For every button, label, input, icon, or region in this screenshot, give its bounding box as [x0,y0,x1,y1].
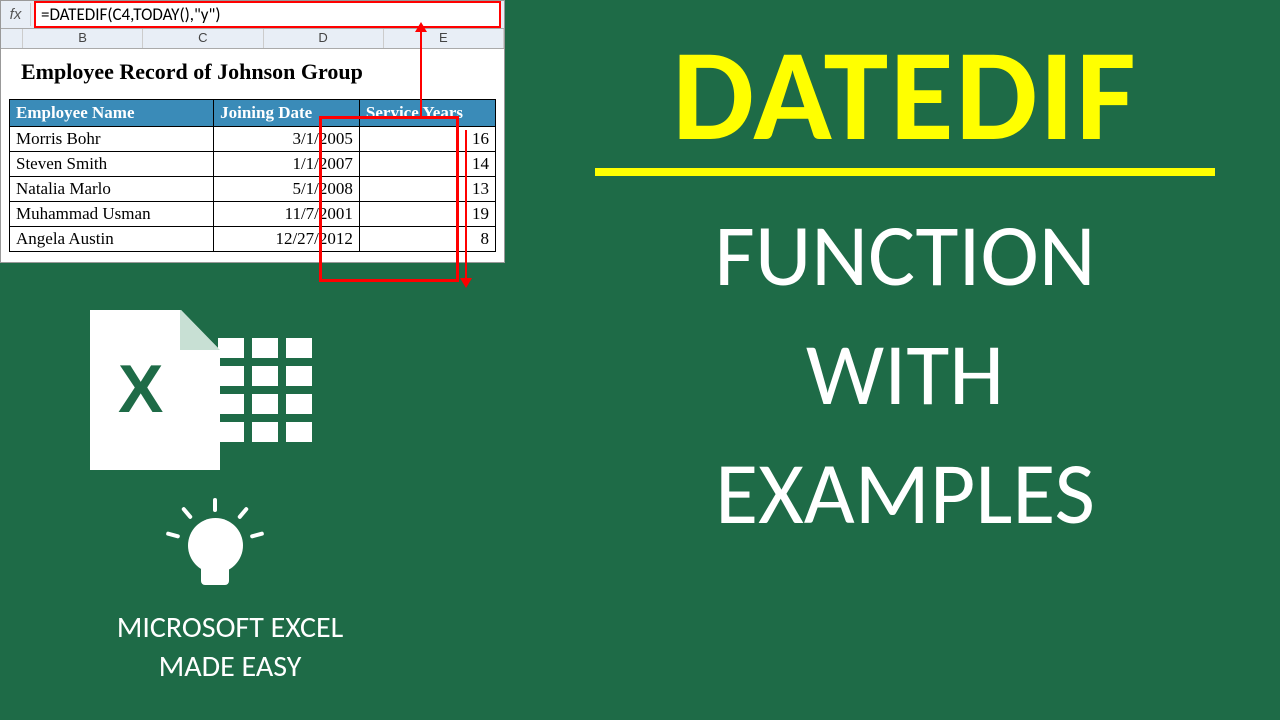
cell-date[interactable]: 5/1/2008 [214,177,360,202]
table-row[interactable]: Morris Bohr3/1/200516 [10,127,496,152]
col-header-c[interactable]: C [143,29,263,48]
cell-date[interactable]: 1/1/2007 [214,152,360,177]
tagline-line2: MADE EASY [40,647,420,686]
cell-years[interactable]: 14 [359,152,495,177]
formula-input[interactable]: =DATEDIF(C4,TODAY(),"y") [35,2,500,27]
table-row[interactable]: Natalia Marlo5/1/200813 [10,177,496,202]
cell-name[interactable]: Angela Austin [10,227,214,252]
subline-with: WITH [560,315,1250,434]
cell-name[interactable]: Natalia Marlo [10,177,214,202]
header-joining-date[interactable]: Joining Date [214,100,360,127]
col-header-b[interactable]: B [23,29,143,48]
excel-x-letter: X [118,350,163,428]
cell-years[interactable]: 8 [359,227,495,252]
subline-function: FUNCTION [560,196,1250,315]
header-service-years[interactable]: Service Years [359,100,495,127]
subline-examples: EXAMPLES [560,434,1250,553]
cell-date[interactable]: 12/27/2012 [214,227,360,252]
headline-datedif: DATEDIF [560,30,1250,160]
excel-logo-icon: X [90,300,310,480]
table-row[interactable]: Angela Austin12/27/20128 [10,227,496,252]
col-header-d[interactable]: D [264,29,384,48]
fx-icon: fx [1,3,31,26]
cell-name[interactable]: Steven Smith [10,152,214,177]
cell-date[interactable]: 11/7/2001 [214,202,360,227]
cell-years[interactable]: 13 [359,177,495,202]
table-header-row: Employee Name Joining Date Service Years [10,100,496,127]
cell-name[interactable]: Muhammad Usman [10,202,214,227]
cell-name[interactable]: Morris Bohr [10,127,214,152]
arrow-down [465,130,467,280]
header-employee-name[interactable]: Employee Name [10,100,214,127]
tagline-line1: MICROSOFT EXCEL [40,608,420,647]
tagline: MICROSOFT EXCEL MADE EASY [40,608,420,686]
lightbulb-icon [175,500,255,600]
headline-panel: DATEDIF FUNCTION WITH EXAMPLES [560,30,1250,552]
column-headers: B C D E [1,29,504,49]
sheet-body: Employee Record of Johnson Group Employe… [1,49,504,262]
table-row[interactable]: Steven Smith1/1/200714 [10,152,496,177]
cell-years[interactable]: 16 [359,127,495,152]
arrow-up [420,30,422,118]
employee-table: Employee Name Joining Date Service Years… [9,99,496,252]
formula-bar: fx =DATEDIF(C4,TODAY(),"y") [1,1,504,29]
sheet-title: Employee Record of Johnson Group [9,55,496,99]
col-header-e[interactable]: E [384,29,504,48]
table-row[interactable]: Muhammad Usman11/7/200119 [10,202,496,227]
cell-date[interactable]: 3/1/2005 [214,127,360,152]
cell-years[interactable]: 19 [359,202,495,227]
excel-screenshot: fx =DATEDIF(C4,TODAY(),"y") B C D E Empl… [0,0,505,263]
